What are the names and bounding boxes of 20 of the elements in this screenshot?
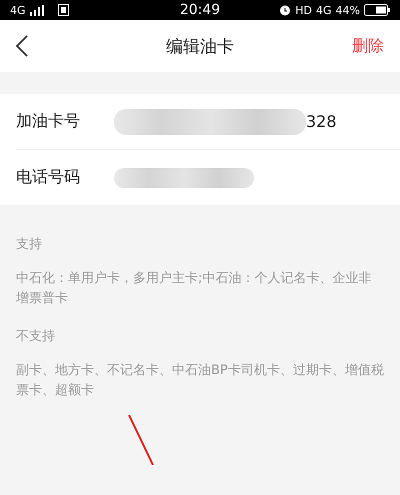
- back-icon[interactable]: [16, 35, 28, 57]
- field-label: 加油卡号: [16, 111, 81, 132]
- section-heading: 不支持: [16, 328, 56, 345]
- section-heading: 支持: [16, 236, 43, 253]
- field-value[interactable]: 328: [306, 112, 337, 131]
- network-label: 4G: [10, 4, 26, 16]
- page-title: 编辑油卡: [166, 36, 234, 58]
- section-text: 中石化：单用户卡，多用户主卡;中石油：个人记名卡、企业非增票普卡: [16, 270, 372, 308]
- section-text: 副卡、地方卡、不记名卡、中石油BP卡司机卡、过期卡、增值税票卡、超额卡: [16, 362, 384, 400]
- delete-button[interactable]: 删除: [352, 36, 384, 56]
- network-label: 4G: [316, 4, 332, 16]
- status-time: 20:49: [180, 2, 220, 18]
- field-label: 电话号码: [16, 167, 81, 188]
- signal-icon: [30, 4, 44, 16]
- battery-icon: [364, 4, 390, 16]
- battery-percent: 44%: [336, 4, 360, 16]
- annotation-line: [128, 415, 154, 465]
- sim-icon: [58, 4, 69, 16]
- hd-label: HD: [295, 4, 312, 16]
- alarm-clock-icon: [279, 4, 292, 16]
